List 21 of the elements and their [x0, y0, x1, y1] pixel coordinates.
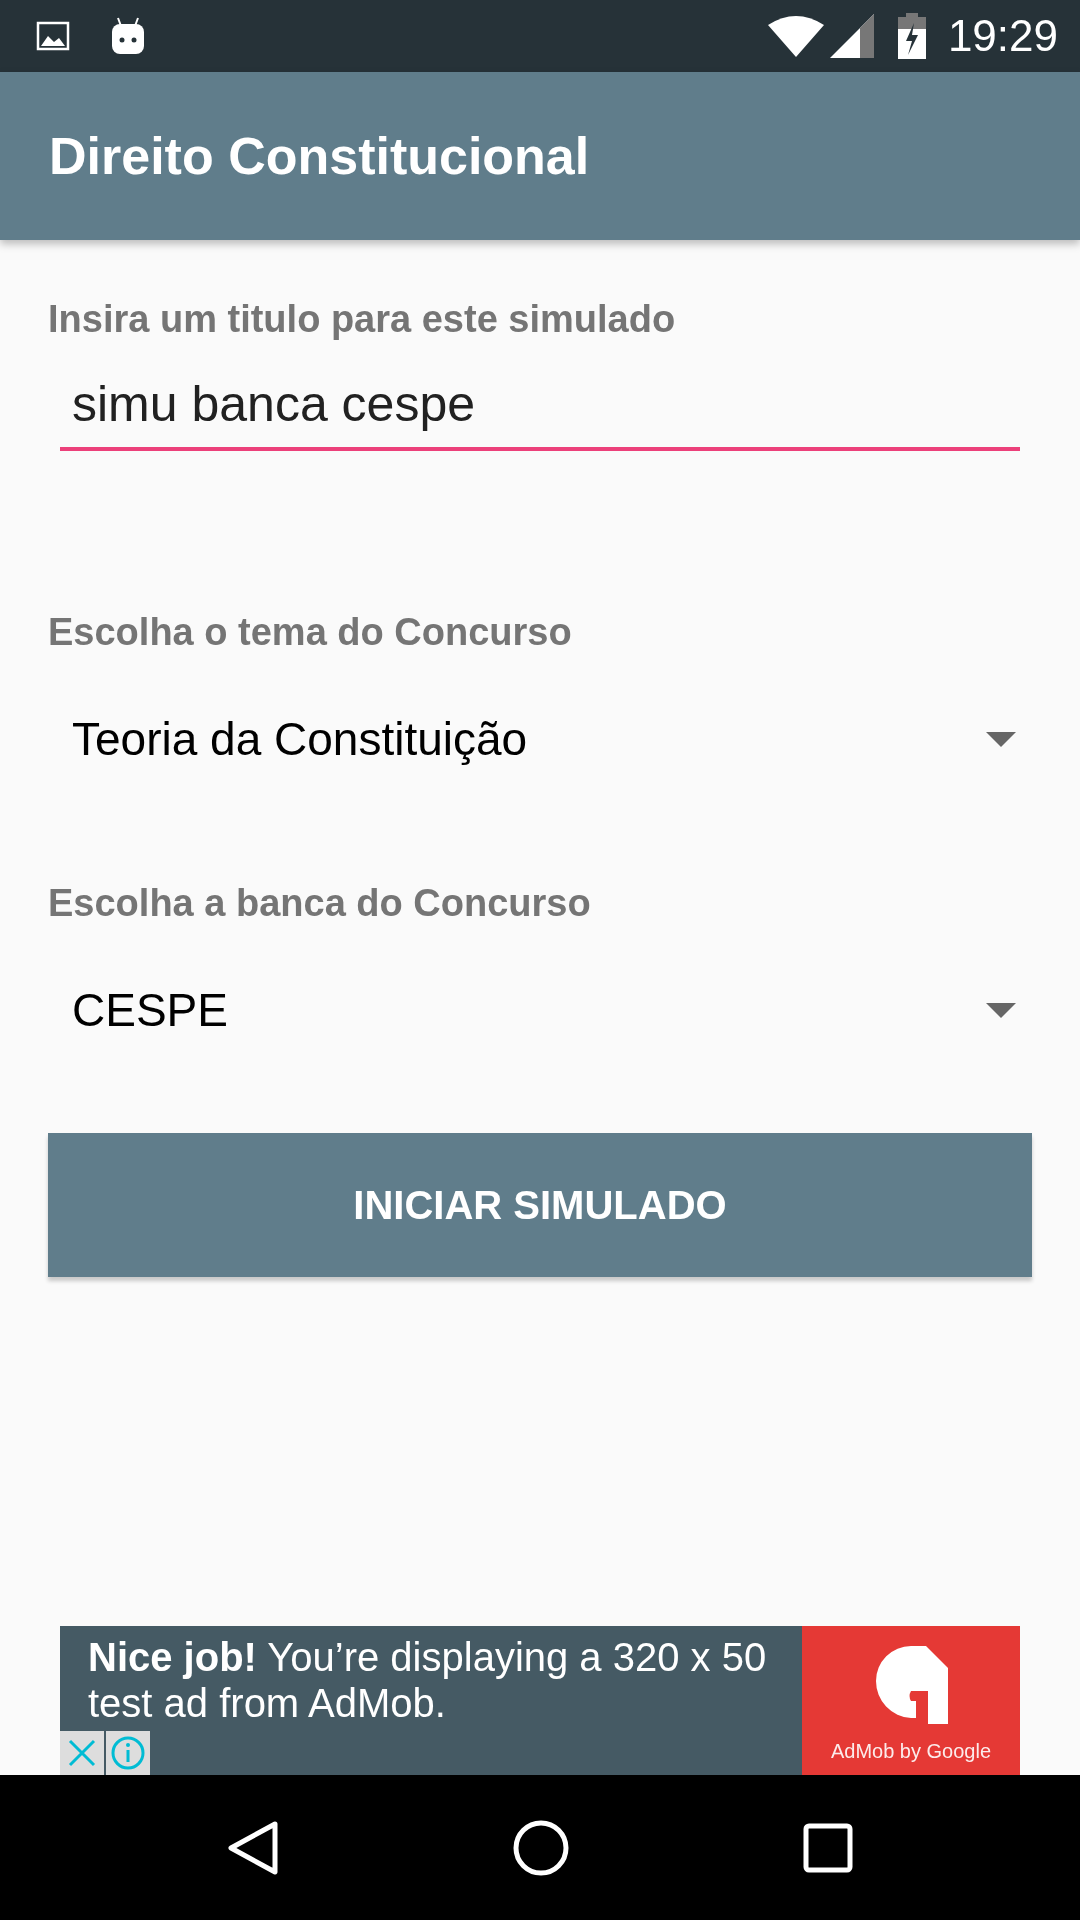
- ad-brand-text: AdMob by Google: [830, 1740, 992, 1763]
- dropdown[interactable]: Teoria da Constituição: [48, 704, 1032, 774]
- wifi-icon: [767, 15, 824, 57]
- picture-icon: [36, 21, 70, 51]
- field-label: Escolha o tema do Concurso: [48, 611, 573, 654]
- dropdown-arrow-icon: [986, 1002, 1016, 1018]
- status-time: 19:29: [947, 11, 1058, 61]
- android-icon: [110, 16, 146, 56]
- back-icon[interactable]: [226, 1819, 279, 1876]
- ad-text: Nice job! You’re displaying a 320 x 50 test ad from AdMob.: [60, 1626, 802, 1775]
- start-button[interactable]: INICIAR SIMULADO: [48, 1133, 1032, 1277]
- app-title: Direito Constitucional: [49, 126, 590, 186]
- signal-icon: [829, 14, 874, 58]
- battery-charging-icon: [897, 13, 926, 59]
- field-label: Escolha a banca do Concurso: [48, 882, 592, 925]
- recents-icon[interactable]: [803, 1822, 854, 1873]
- dropdown[interactable]: CESPE: [48, 975, 1032, 1045]
- title-input-field[interactable]: simu banca cespe: [60, 375, 1020, 451]
- dropdown-arrow-icon: [986, 731, 1016, 747]
- home-icon[interactable]: [512, 1818, 570, 1877]
- field-label: Insira um titulo para este simulado: [48, 298, 677, 341]
